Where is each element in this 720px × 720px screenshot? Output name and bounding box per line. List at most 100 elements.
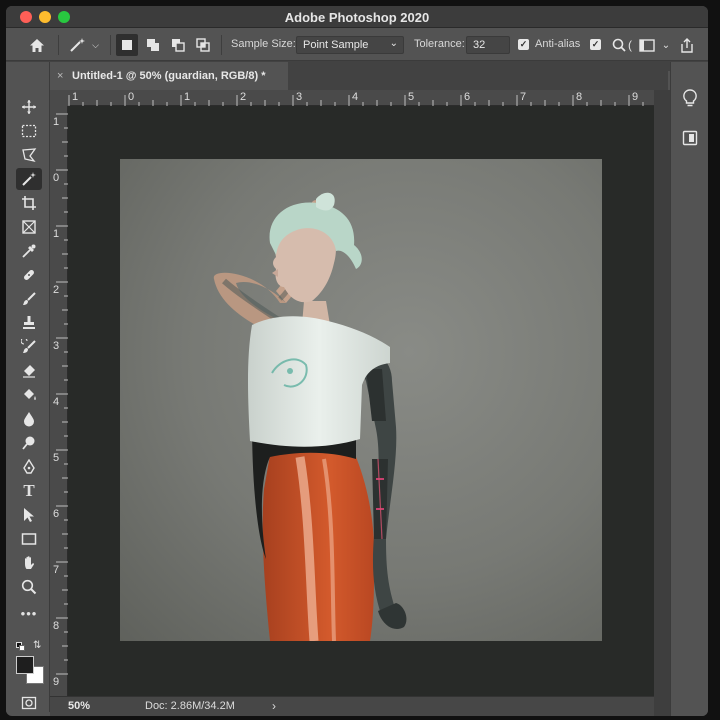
share-button[interactable] [676, 34, 698, 56]
title-bar: Adobe Photoshop 2020 [6, 6, 708, 28]
blur-tool[interactable] [16, 408, 42, 430]
ruler-label: 3 [53, 340, 60, 352]
tools-panel: T ••• ⇅ [6, 62, 50, 712]
libraries-panel-button[interactable] [680, 128, 700, 148]
zoom-tool[interactable] [16, 576, 42, 598]
chevron-down-icon: ⌵ [92, 39, 99, 50]
learn-panel-button[interactable] [680, 88, 700, 108]
ruler-label: 6 [53, 508, 60, 520]
sample-size-value: Point Sample [303, 39, 369, 51]
edit-toolbar-button[interactable]: ••• [16, 602, 42, 624]
pen-tool[interactable] [16, 456, 42, 478]
ruler-label: 4 [352, 91, 359, 103]
overflow-marker: ( [628, 38, 632, 52]
magic-wand-tool[interactable] [16, 168, 42, 190]
eyedropper-tool[interactable] [16, 240, 42, 262]
document-size-info: Doc: 2.86M/34.2M [145, 700, 235, 712]
divider [110, 35, 111, 55]
ruler-label: 7 [520, 91, 527, 103]
document-pasteboard[interactable] [68, 106, 654, 696]
move-tool[interactable] [16, 96, 42, 118]
horizontal-ruler-ticks [68, 95, 644, 106]
chevron-down-icon[interactable]: ⌄ [660, 34, 672, 56]
paint-bucket-tool[interactable] [16, 384, 42, 406]
crop-tool[interactable] [16, 192, 42, 214]
intersect-selection-button[interactable] [192, 34, 214, 56]
workspace-icon [639, 38, 655, 52]
pen-icon [23, 459, 35, 474]
quick-mask-button[interactable] [16, 692, 42, 714]
default-colors-icon-back [19, 645, 25, 651]
magic-wand-icon [70, 38, 86, 52]
rectangular-marquee-icon [21, 124, 37, 138]
eraser-tool[interactable] [16, 360, 42, 382]
hand-tool[interactable] [16, 552, 42, 574]
app-title: Adobe Photoshop 2020 [284, 10, 430, 25]
document-tab[interactable]: × Untitled-1 @ 50% (guardian, RGB/8) * [50, 62, 288, 90]
type-tool[interactable]: T [16, 480, 42, 502]
more-icon: ••• [20, 605, 38, 621]
path-selection-tool[interactable] [16, 504, 42, 526]
stamp-icon [23, 316, 35, 329]
chevron-down-icon: ⌄ [389, 38, 398, 49]
tolerance-label: Tolerance: [414, 38, 465, 50]
home-button[interactable] [24, 34, 50, 56]
ruler-label: 0 [53, 172, 60, 184]
contiguous-checkbox[interactable]: ✓ [590, 39, 601, 50]
ruler-label: 9 [632, 91, 639, 103]
anti-alias-checkbox[interactable]: ✓ [518, 39, 529, 50]
guardian-artwork [213, 192, 407, 641]
foreground-color-swatch[interactable] [16, 656, 34, 674]
zoom-level[interactable]: 50% [68, 700, 90, 712]
document-tab-bar: × Untitled-1 @ 50% (guardian, RGB/8) * [50, 62, 668, 90]
lasso-tool[interactable] [16, 144, 42, 166]
panel-layout-button[interactable] [636, 34, 658, 56]
bandage-icon [24, 270, 34, 280]
lightbulb-icon [683, 89, 697, 107]
sample-size-select[interactable]: Point Sample ⌄ [296, 36, 404, 54]
scrollbar-gutter[interactable] [654, 90, 670, 716]
document-tab-title: Untitled-1 @ 50% (guardian, RGB/8) * [72, 70, 266, 82]
ruler-label: 1 [53, 116, 60, 128]
dodge-icon [22, 436, 35, 450]
document-canvas[interactable] [120, 159, 602, 641]
ruler-label: 1 [53, 228, 60, 240]
home-icon [30, 38, 44, 52]
share-icon [681, 37, 693, 53]
brush-tool[interactable] [16, 288, 42, 310]
new-selection-icon [122, 40, 132, 50]
frame-icon [22, 220, 36, 234]
history-brush-icon [21, 339, 36, 353]
subtract-from-selection-button[interactable] [167, 34, 189, 56]
horizontal-ruler[interactable]: 1 0 1 2 3 4 5 6 7 8 9 [68, 90, 654, 106]
swap-colors-icon[interactable]: ⇅ [33, 640, 41, 651]
add-to-selection-button[interactable] [142, 34, 164, 56]
type-icon: T [23, 481, 35, 500]
status-menu-arrow-icon[interactable]: › [272, 699, 276, 713]
cursor-arrow-icon [24, 508, 34, 522]
sample-size-label: Sample Size: [231, 38, 296, 50]
ruler-label: 6 [464, 91, 471, 103]
dodge-tool[interactable] [16, 432, 42, 454]
frame-tool[interactable] [16, 216, 42, 238]
ruler-label: 7 [53, 564, 60, 576]
vertical-ruler[interactable]: 1 0 1 2 3 4 5 6 7 8 9 [50, 106, 68, 696]
marquee-tool[interactable] [16, 120, 42, 142]
clone-stamp-tool[interactable] [16, 312, 42, 334]
new-selection-button[interactable] [116, 34, 138, 56]
ruler-origin[interactable] [50, 90, 68, 106]
history-brush-tool[interactable] [16, 336, 42, 358]
healing-brush-tool[interactable] [16, 264, 42, 286]
eraser-icon [23, 365, 35, 378]
ruler-label: 4 [53, 396, 60, 408]
tool-preset-picker[interactable]: ⌵ [64, 34, 104, 56]
rectangle-tool[interactable] [16, 528, 42, 550]
ruler-label: 1 [72, 91, 79, 103]
tolerance-input[interactable]: 32 [466, 36, 510, 54]
intersect-selection-icon [196, 38, 210, 52]
zoom-icon [21, 579, 37, 595]
move-icon [22, 100, 36, 114]
ruler-label: 5 [53, 452, 60, 464]
close-tab-icon[interactable]: × [57, 70, 63, 82]
default-colors-button[interactable] [16, 642, 26, 652]
